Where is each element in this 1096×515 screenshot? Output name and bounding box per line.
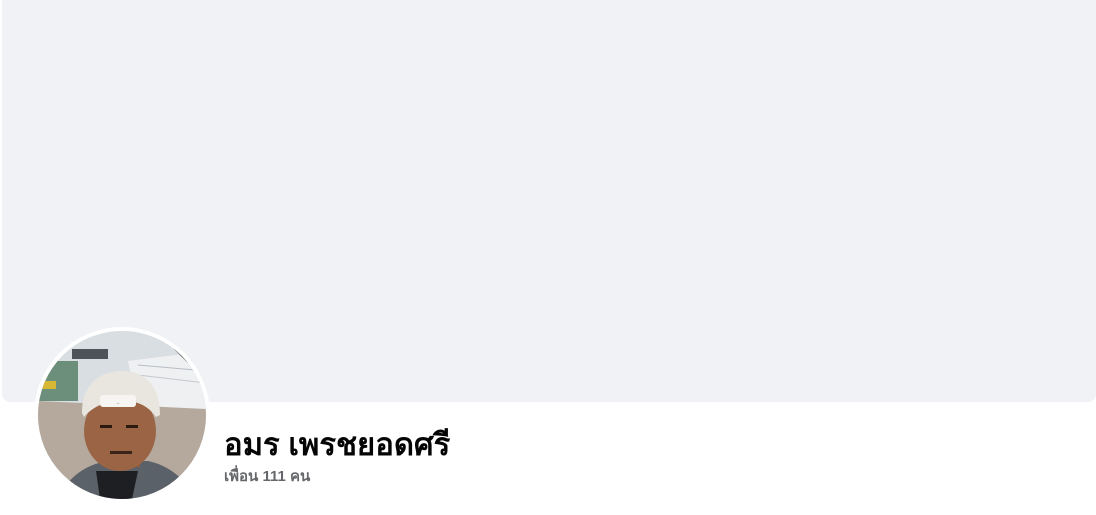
profile-photo-image: .. xyxy=(38,331,206,499)
profile-picture-frame: .. xyxy=(34,327,210,503)
svg-text:..: .. xyxy=(116,400,120,406)
profile-picture[interactable]: .. xyxy=(38,331,206,499)
profile-header: .. อมร เพรชยอดศรี เพื่อน 111 คน xyxy=(0,0,1096,515)
profile-name: อมร เพรชยอดศรี xyxy=(224,427,451,462)
friends-count-link[interactable]: เพื่อน 111 คน xyxy=(224,467,310,487)
